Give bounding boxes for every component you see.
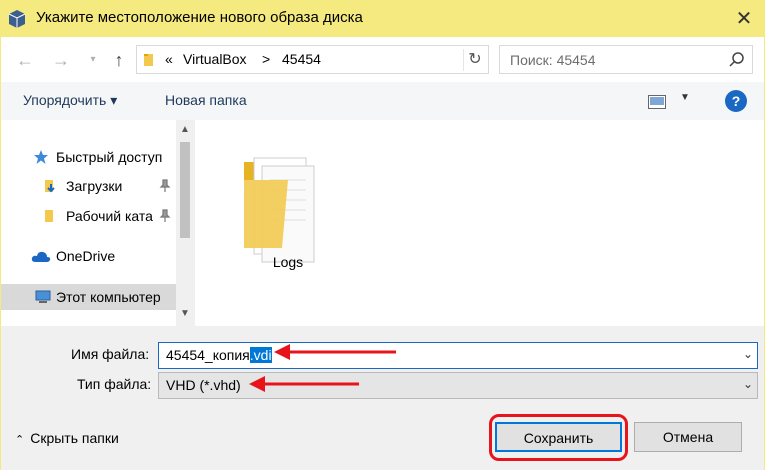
nav-item-downloads[interactable]: Загрузки — [1, 173, 176, 199]
nav-scrollbar[interactable]: ▲ ▼ — [176, 120, 195, 326]
breadcrumb-45454[interactable]: 45454 — [282, 51, 321, 67]
onedrive-cloud-icon — [31, 251, 51, 262]
nav-item-desktop[interactable]: Рабочий ката — [1, 203, 176, 229]
file-list: Logs — [196, 120, 764, 326]
scrollbar-thumb[interactable] — [180, 142, 190, 238]
filetype-label: Тип файла: — [77, 376, 152, 392]
back-arrow-icon[interactable]: ← — [14, 48, 36, 72]
folder-logs-label[interactable]: Logs — [250, 254, 326, 270]
search-placeholder: Поиск: 45454 — [510, 52, 596, 68]
chevron-down-icon[interactable]: ⌄ — [743, 377, 753, 391]
filetype-value: VHD (*.vhd) — [166, 377, 241, 393]
recent-chevron-down-icon[interactable]: ▾ — [86, 48, 100, 72]
nav-item-onedrive[interactable]: OneDrive — [1, 243, 176, 269]
hide-folders-button[interactable]: ⌃ Скрыть папки — [15, 430, 119, 446]
address-chevron[interactable]: « — [165, 51, 173, 67]
downloads-folder-icon — [45, 180, 55, 193]
organize-button[interactable]: Упорядочить ▾ — [23, 92, 117, 109]
up-arrow-icon[interactable]: ↑ — [108, 48, 130, 72]
view-chevron-down-icon[interactable]: ▼ — [680, 92, 690, 103]
annotation-arrow — [249, 376, 359, 392]
folder-logs-icon[interactable] — [242, 150, 322, 266]
computer-icon — [35, 290, 51, 303]
annotation-circle — [489, 414, 628, 461]
nav-label: Рабочий ката — [66, 208, 153, 224]
folder-icon — [45, 210, 53, 222]
search-input[interactable]: Поиск: 45454 — [499, 45, 753, 74]
nav-label: Этот компьютер — [56, 289, 161, 305]
search-icon[interactable] — [728, 51, 746, 69]
title-bar: Укажите местоположение нового образа дис… — [0, 0, 765, 37]
folder-icon — [144, 54, 153, 66]
forward-arrow-icon[interactable]: → — [50, 48, 72, 72]
view-mode-icon[interactable] — [648, 95, 666, 109]
filename-field[interactable]: 45454_копия.vdi ⌄ — [158, 342, 758, 369]
navigation-pane: Быстрый доступ Загрузки Рабочий ката One… — [1, 120, 195, 326]
new-folder-button[interactable]: Новая папка — [165, 92, 247, 108]
cancel-button[interactable]: Отмена — [634, 422, 742, 452]
nav-item-quick-access[interactable]: Быстрый доступ — [1, 144, 176, 170]
nav-item-this-pc[interactable]: Этот компьютер — [1, 284, 176, 310]
refresh-icon[interactable]: ↻ — [463, 49, 486, 71]
scroll-down-icon[interactable]: ▼ — [180, 308, 190, 319]
virtualbox-icon — [8, 10, 26, 28]
command-toolbar: Упорядочить ▾ Новая папка ▼ ? — [1, 82, 764, 120]
scroll-up-icon[interactable]: ▲ — [180, 124, 190, 135]
star-icon — [34, 150, 48, 164]
filename-value: 45454_копия.vdi — [166, 347, 272, 363]
close-icon[interactable]: ✕ — [733, 8, 755, 30]
nav-label: Быстрый доступ — [56, 149, 163, 165]
nav-label: OneDrive — [56, 248, 116, 264]
breadcrumb-separator: > — [262, 51, 271, 67]
breadcrumb-virtualbox[interactable]: VirtualBox — [183, 51, 247, 67]
filename-label: Имя файла: — [71, 346, 150, 362]
chevron-up-icon: ⌃ — [15, 434, 25, 446]
annotation-arrow — [274, 344, 396, 360]
chevron-down-icon[interactable]: ⌄ — [743, 347, 753, 361]
pin-icon[interactable] — [159, 209, 171, 223]
address-bar[interactable]: « VirtualBox > 45454 ↻ — [136, 45, 489, 74]
nav-label: Загрузки — [66, 178, 123, 194]
window-title: Укажите местоположение нового образа дис… — [36, 9, 363, 26]
help-icon[interactable]: ? — [725, 90, 747, 112]
pin-icon[interactable] — [159, 179, 171, 193]
